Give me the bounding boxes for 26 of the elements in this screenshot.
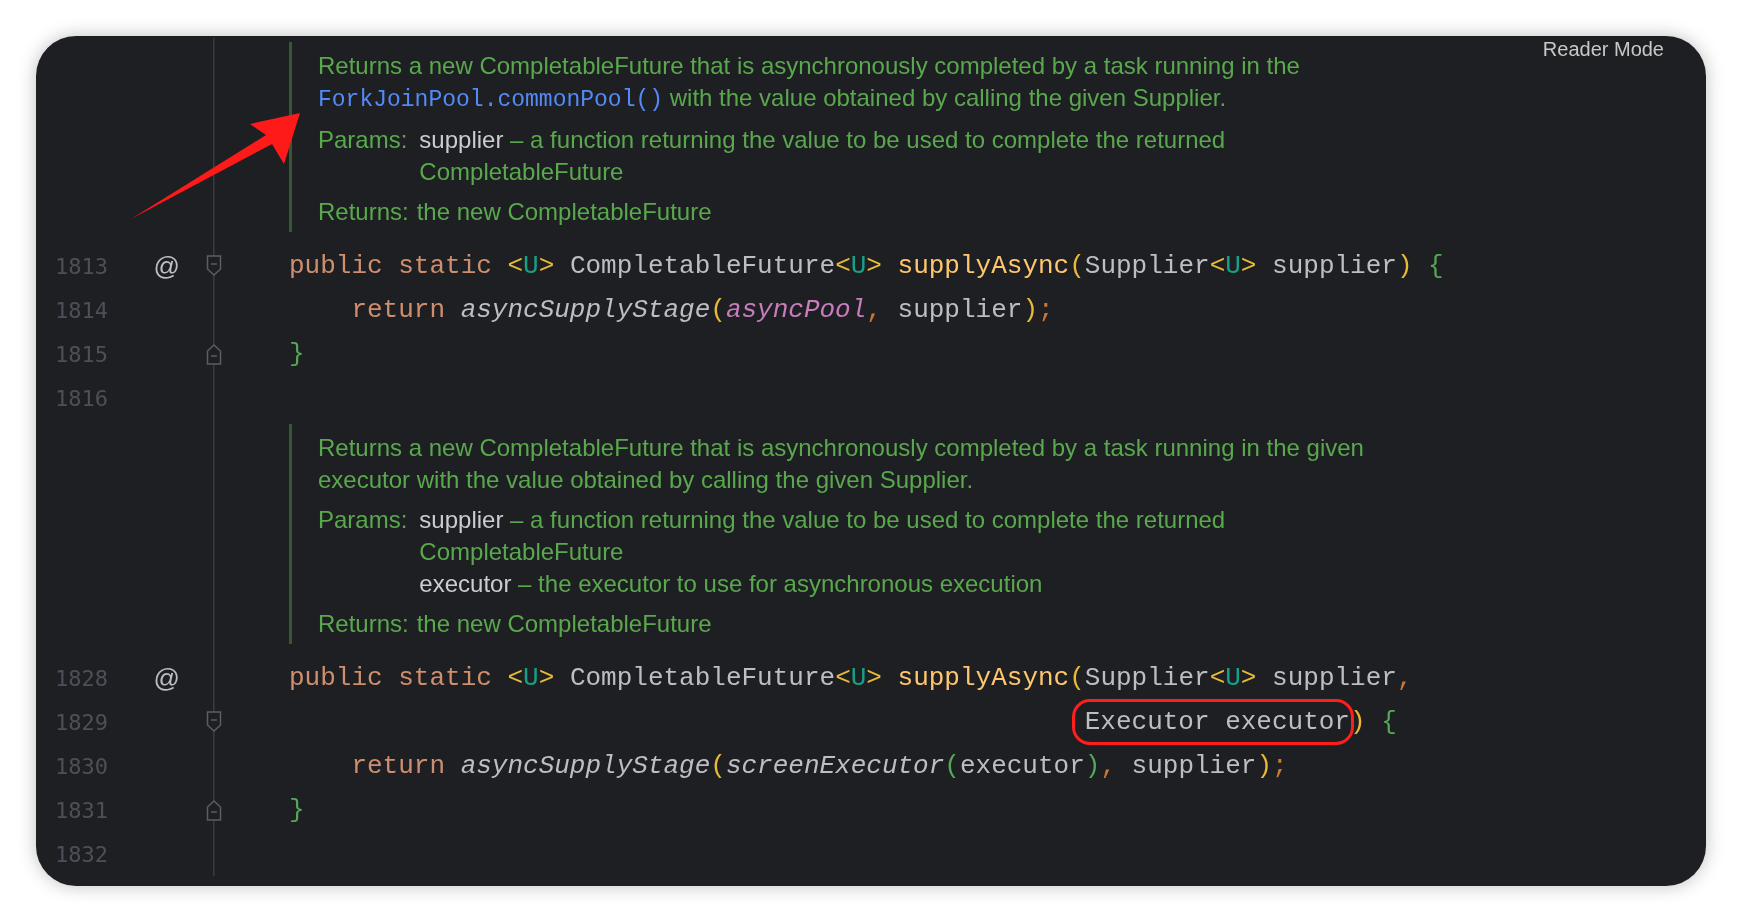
override-marker[interactable]: @	[153, 662, 180, 694]
code-text: public static <U> CompletableFuture<U> supplyAsync(Supplier<U> supplier) {	[289, 251, 1444, 281]
doc-label: Params:	[318, 505, 408, 535]
code-text: return asyncSupplyStage(asyncPool, supplier);	[350, 295, 1054, 325]
doc-label: Params:	[318, 125, 408, 155]
param-description: supplier – a function returning the value to be used to complete the returned CompletableFuture	[419, 505, 1227, 567]
code-text: }	[289, 795, 305, 825]
fold-marker-icon[interactable]	[206, 254, 222, 278]
doc-link[interactable]: ForkJoinPool.commonPool()	[318, 87, 664, 113]
code-text: Executor executor	[1084, 707, 1350, 737]
returns-text: the new CompletableFuture	[416, 609, 712, 639]
doc-text: Returns a new CompletableFuture that is asynchronously completed by a task running in the ForkJoinPool.commonPool() with the value obtained by calling the given Supplier.	[318, 51, 1301, 115]
returns-text: the new CompletableFuture	[416, 197, 712, 227]
param-description: executor – the executor to use for asynchronous execution	[419, 569, 1044, 599]
code-text: return asyncSupplyStage(screenExecutor(executor), supplier);	[350, 751, 1288, 781]
reader-mode-link[interactable]: Reader Mode	[1542, 38, 1664, 61]
fold-marker-icon[interactable]	[206, 710, 222, 734]
fold-marker-icon[interactable]	[206, 798, 222, 822]
code-text: }	[289, 339, 305, 369]
doc-label: Returns:	[318, 609, 409, 639]
doc-label: Returns:	[318, 197, 409, 227]
doc-text: Returns a new CompletableFuture that is asynchronously completed by a task running in the given executor with the value obtained by calling the given Supplier.	[318, 433, 1365, 495]
code-text: public static <U> CompletableFuture<U> supplyAsync(Supplier<U> supplier,	[289, 663, 1413, 693]
fold-marker-icon[interactable]	[206, 342, 222, 366]
override-marker[interactable]: @	[153, 250, 180, 282]
code-text: ) {	[1349, 707, 1397, 737]
